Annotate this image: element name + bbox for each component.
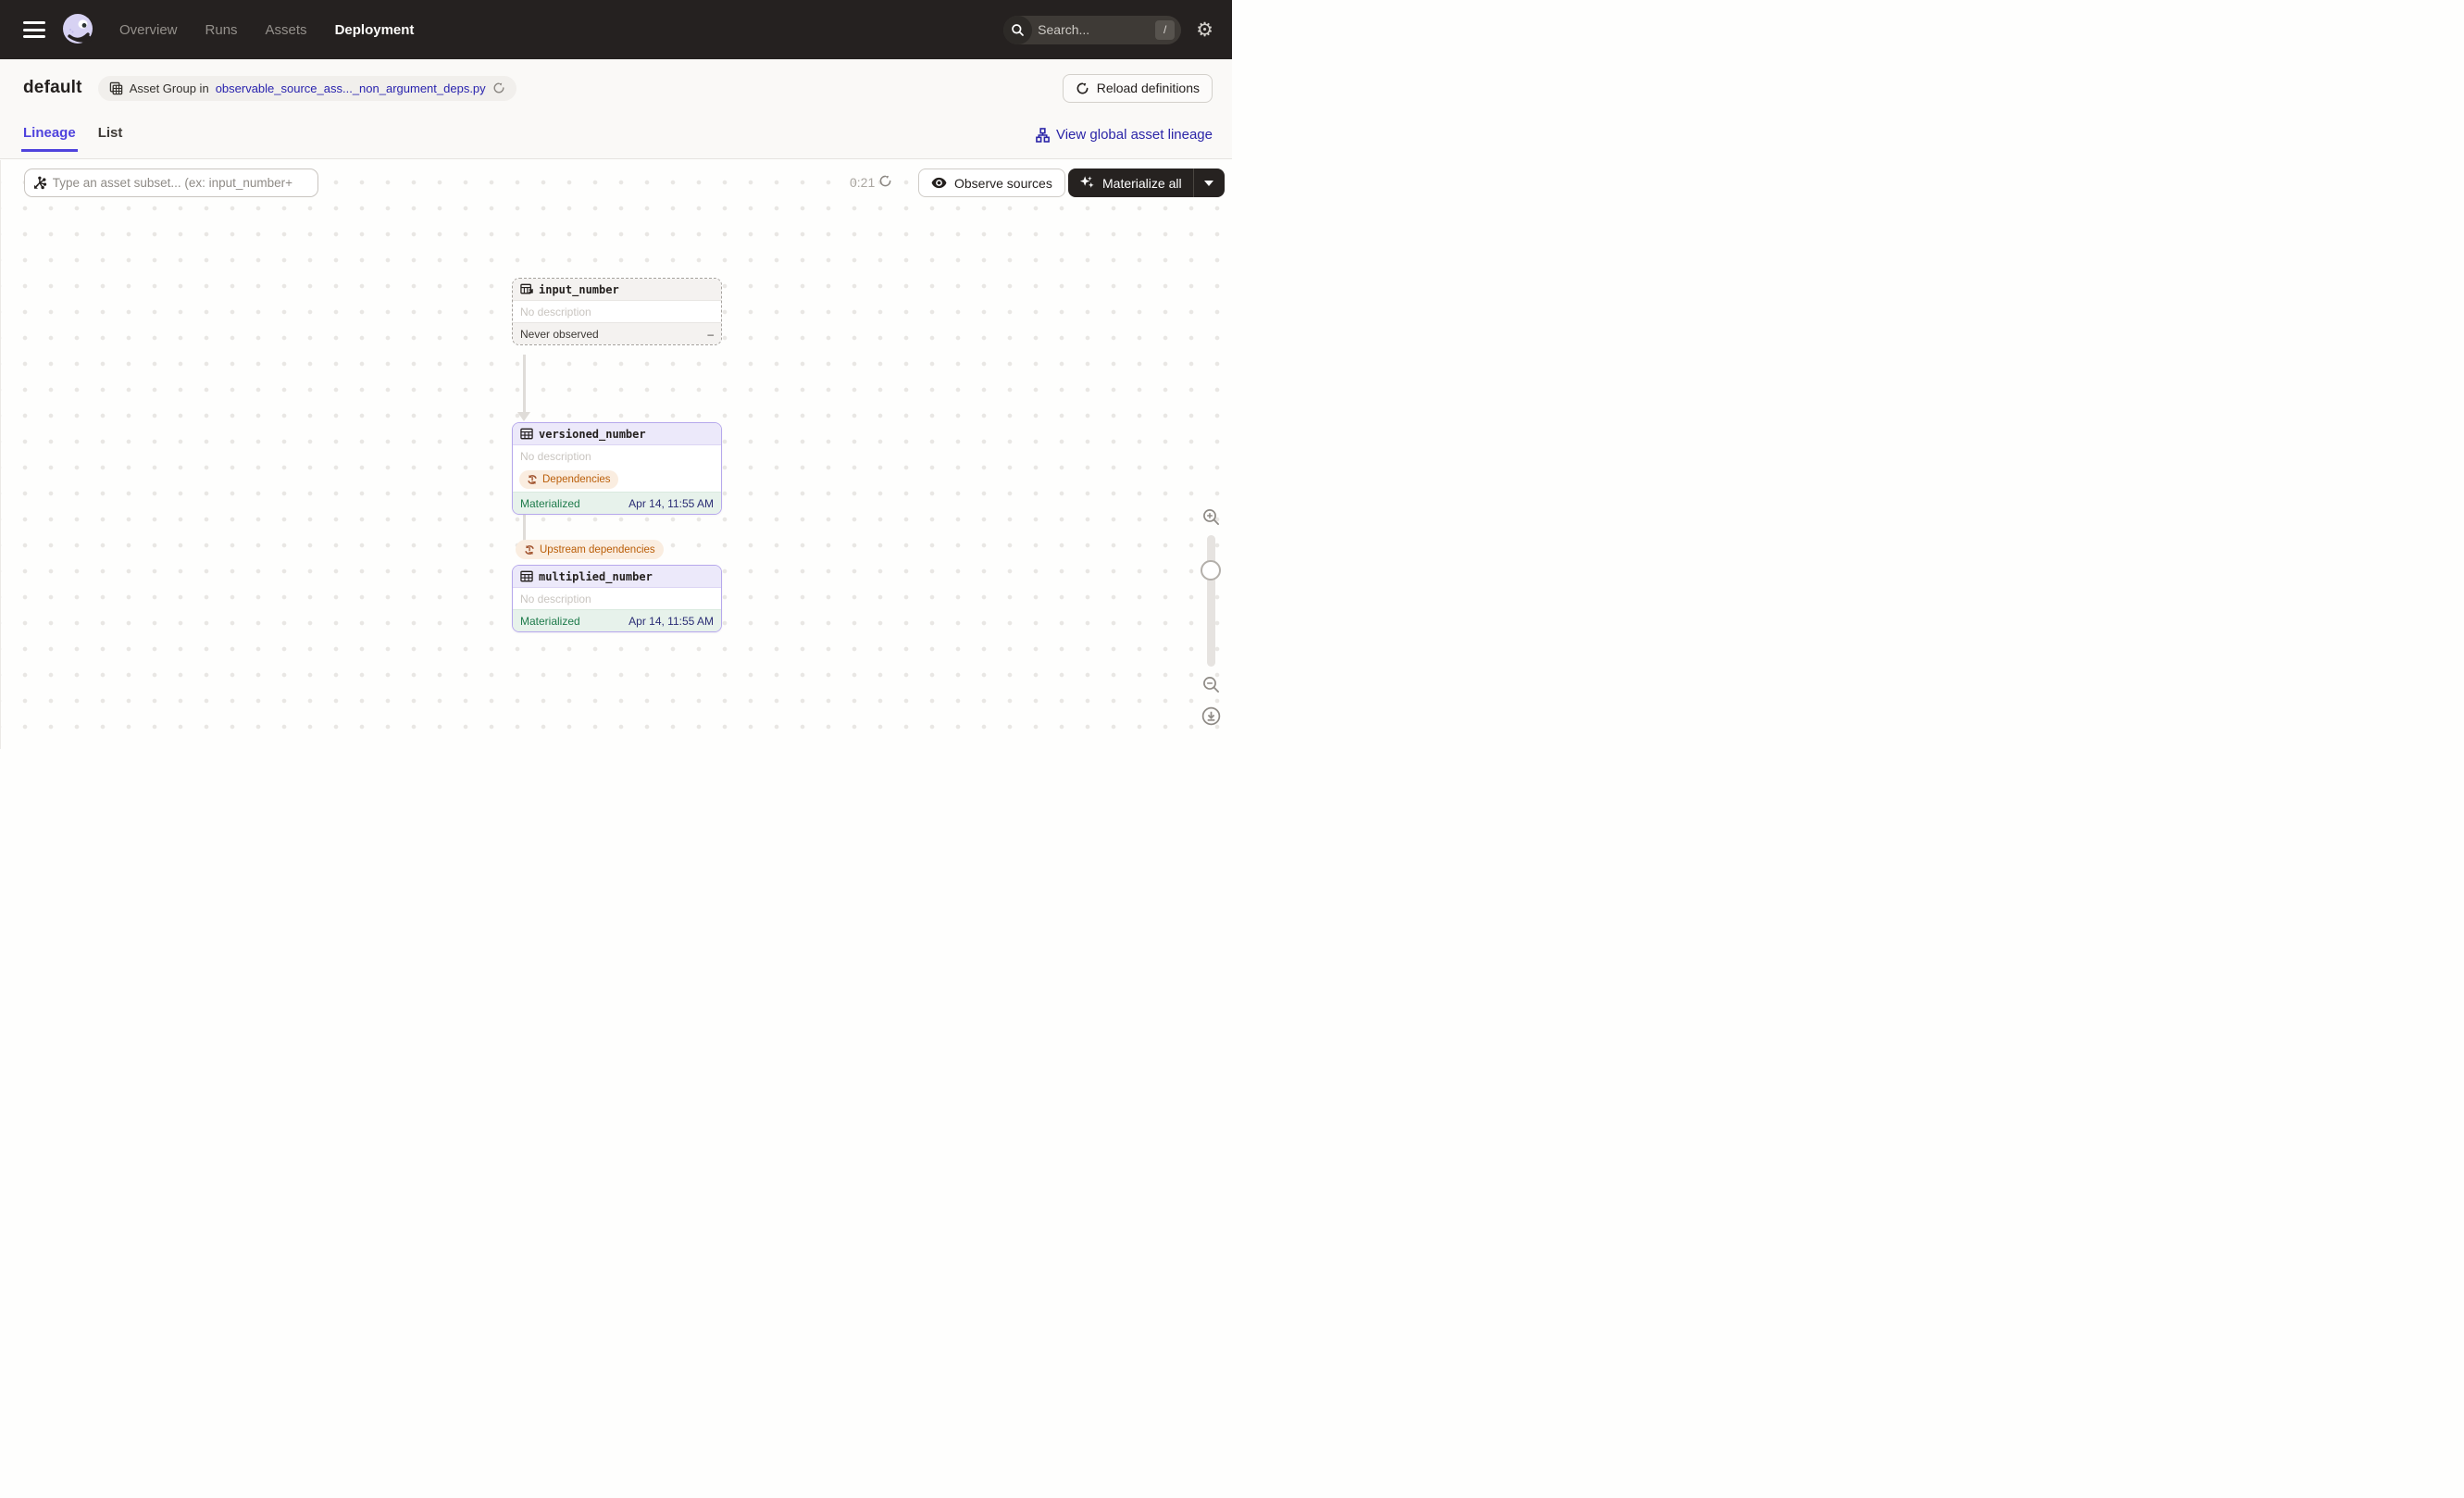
view-global-asset-lineage-link[interactable]: View global asset lineage: [1036, 127, 1213, 152]
nav-deployment[interactable]: Deployment: [335, 22, 415, 38]
zoom-controls: [1197, 508, 1225, 726]
zoom-in-icon[interactable]: [1202, 508, 1220, 526]
tab-lineage[interactable]: Lineage: [21, 125, 78, 152]
asset-timestamp[interactable]: Apr 14, 11:55 AM: [628, 615, 714, 628]
dependencies-warning-badge[interactable]: Dependencies: [519, 469, 618, 489]
refresh-timer: 0:21: [850, 175, 876, 190]
asset-node-input-number[interactable]: input_number No description Never observ…: [512, 278, 722, 345]
observe-sources-button[interactable]: Observe sources: [918, 169, 1065, 197]
materialize-all-button[interactable]: Materialize all: [1068, 169, 1225, 197]
asset-description: No description: [513, 588, 721, 609]
observable-source-asset-icon: [520, 283, 533, 294]
lineage-canvas[interactable]: 0:21 Observe sources Materiali: [0, 160, 1232, 749]
asset-node-versioned-number[interactable]: versioned_number No description Dependen…: [512, 422, 722, 515]
asset-status: Never observed: [520, 327, 599, 341]
nav-runs[interactable]: Runs: [205, 22, 238, 38]
nav-overview[interactable]: Overview: [119, 22, 178, 38]
table-asset-icon: [520, 570, 533, 582]
search-input[interactable]: [1032, 22, 1156, 37]
asset-group-file-link[interactable]: observable_source_ass..._non_argument_de…: [216, 81, 486, 95]
settings-gear-icon[interactable]: ⚙: [1196, 20, 1213, 40]
asset-graph-query-icon: [33, 176, 47, 190]
zoom-slider-handle[interactable]: [1201, 560, 1221, 580]
global-search[interactable]: /: [1003, 15, 1182, 44]
sparkle-icon: [1079, 176, 1094, 188]
changed-dependencies-icon: [528, 474, 537, 484]
reload-definitions-button[interactable]: Reload definitions: [1062, 73, 1213, 103]
asset-name: input_number: [539, 282, 619, 296]
materialize-options-dropdown[interactable]: [1194, 169, 1225, 197]
search-shortcut-badge: /: [1155, 19, 1176, 40]
dagster-logo[interactable]: [60, 12, 95, 47]
hamburger-menu-icon[interactable]: [23, 21, 45, 38]
refresh-icon[interactable]: [492, 81, 505, 94]
edge-versioned-to-multiplied: [523, 513, 526, 541]
nav-assets[interactable]: Assets: [266, 22, 307, 38]
download-image-icon[interactable]: [1201, 706, 1221, 726]
asset-name: multiplied_number: [539, 569, 653, 583]
asset-status-value: –: [707, 327, 714, 341]
asset-status: Materialized: [520, 614, 580, 628]
chevron-down-icon: [1204, 180, 1214, 186]
top-nav-bar: Overview Runs Assets Deployment / ⚙: [0, 0, 1232, 59]
changed-dependencies-icon: [525, 544, 534, 555]
edge-arrowhead-icon: [517, 412, 530, 421]
zoom-slider[interactable]: [1201, 535, 1221, 667]
view-tabs: Lineage List: [21, 109, 123, 152]
search-icon: [1003, 15, 1033, 44]
asset-description: No description: [513, 301, 721, 322]
reload-icon: [1076, 82, 1089, 94]
refresh-countdown-icon[interactable]: [878, 174, 892, 188]
dagster-app: Overview Runs Assets Deployment / ⚙ defa…: [0, 0, 1232, 749]
page-title: default: [23, 78, 82, 97]
table-asset-icon: [520, 428, 533, 440]
asset-subset-input[interactable]: [52, 176, 310, 190]
zoom-out-icon[interactable]: [1202, 676, 1220, 693]
asset-name: versioned_number: [539, 427, 646, 441]
main-navigation: Overview Runs Assets Deployment: [119, 22, 414, 38]
materialize-all-main[interactable]: Materialize all: [1068, 169, 1193, 197]
asset-group-icon: [109, 81, 122, 94]
asset-timestamp[interactable]: Apr 14, 11:55 AM: [628, 497, 714, 510]
asset-group-pill: Asset Group in observable_source_ass..._…: [97, 75, 516, 101]
asset-status: Materialized: [520, 496, 580, 510]
tab-list[interactable]: List: [98, 125, 123, 152]
upstream-dependencies-badge[interactable]: Upstream dependencies: [516, 540, 664, 559]
asset-group-label: Asset Group in: [129, 81, 209, 95]
edge-input-to-versioned: [523, 355, 526, 413]
asset-node-multiplied-number[interactable]: multiplied_number No description Materia…: [512, 565, 722, 632]
lineage-graph-icon: [1036, 127, 1050, 143]
asset-description: No description: [513, 445, 721, 467]
eye-icon: [931, 177, 947, 189]
asset-subset-filter[interactable]: [24, 169, 318, 197]
page-header: default Asset Group in observable_source…: [0, 59, 1232, 159]
